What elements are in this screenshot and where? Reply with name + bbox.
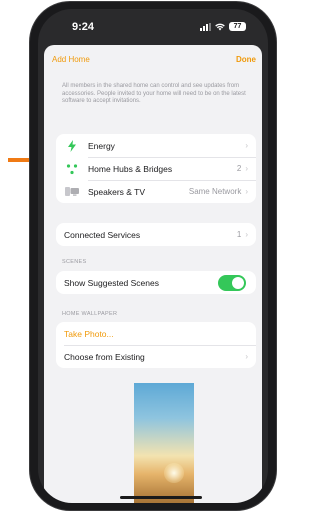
home-wallpaper-header: HOME WALLPAPER xyxy=(62,311,118,317)
chevron-right-icon: › xyxy=(245,164,248,173)
phone-frame: 9:24 77 Add Home Done All members in the… xyxy=(30,2,276,510)
row-speakers-tv-value: Same Network xyxy=(188,187,242,196)
chevron-right-icon: › xyxy=(245,230,248,239)
status-icons: 77 xyxy=(200,22,246,31)
wallpaper-preview[interactable] xyxy=(134,383,194,503)
wallpaper-group: Take Photo... Choose from Existing › xyxy=(56,322,256,368)
scenes-group: Show Suggested Scenes xyxy=(56,271,256,294)
connected-services-value: 1 xyxy=(236,230,242,239)
add-home-button[interactable]: Add Home xyxy=(52,55,90,64)
accessories-group: Energy › Home Hubs & Bridges 2 › Speaker… xyxy=(56,134,256,203)
phone-screen: 9:24 77 Add Home Done All members in the… xyxy=(38,9,268,503)
row-speakers-tv-label: Speakers & TV xyxy=(88,186,146,197)
stage: 9:24 77 Add Home Done All members in the… xyxy=(0,0,285,512)
speaker-tv-icon xyxy=(65,186,79,196)
status-bar: 9:24 77 xyxy=(38,9,268,45)
row-connected-services[interactable]: Connected Services 1 › xyxy=(56,223,256,246)
battery-icon: 77 xyxy=(229,22,246,31)
chevron-right-icon: › xyxy=(245,352,248,361)
wifi-icon xyxy=(215,23,225,30)
status-time: 9:24 xyxy=(72,21,95,33)
nav-bar: Add Home Done xyxy=(44,45,262,73)
row-take-photo[interactable]: Take Photo... xyxy=(56,322,256,345)
row-home-hubs-value: 2 xyxy=(236,164,242,173)
home-indicator[interactable] xyxy=(120,496,202,499)
chevron-right-icon: › xyxy=(245,187,248,196)
sun-glare xyxy=(164,463,184,483)
chevron-right-icon: › xyxy=(245,141,248,150)
row-energy[interactable]: Energy › xyxy=(56,134,256,157)
row-home-hubs-label: Home Hubs & Bridges xyxy=(88,163,173,174)
bolt-icon xyxy=(68,139,76,152)
row-choose-existing[interactable]: Choose from Existing › xyxy=(56,345,256,368)
row-speakers-tv[interactable]: Speakers & TV Same Network › xyxy=(56,180,256,203)
row-show-suggested-scenes: Show Suggested Scenes xyxy=(56,271,256,294)
home-settings-sheet: Add Home Done All members in the shared … xyxy=(44,45,262,503)
sharing-description: All members in the shared home can contr… xyxy=(62,83,246,104)
show-suggested-scenes-label: Show Suggested Scenes xyxy=(64,277,159,288)
hub-icon xyxy=(66,163,78,174)
connected-services-label: Connected Services xyxy=(64,229,141,240)
choose-existing-label: Choose from Existing xyxy=(64,351,145,362)
connected-services-group: Connected Services 1 › xyxy=(56,223,256,246)
done-button[interactable]: Done xyxy=(236,55,256,64)
take-photo-label: Take Photo... xyxy=(64,328,114,339)
row-energy-label: Energy xyxy=(88,140,115,151)
scenes-header: SCENES xyxy=(62,259,87,265)
show-suggested-scenes-toggle[interactable] xyxy=(218,274,246,291)
cellular-signal-icon xyxy=(200,22,211,31)
row-home-hubs[interactable]: Home Hubs & Bridges 2 › xyxy=(56,157,256,180)
